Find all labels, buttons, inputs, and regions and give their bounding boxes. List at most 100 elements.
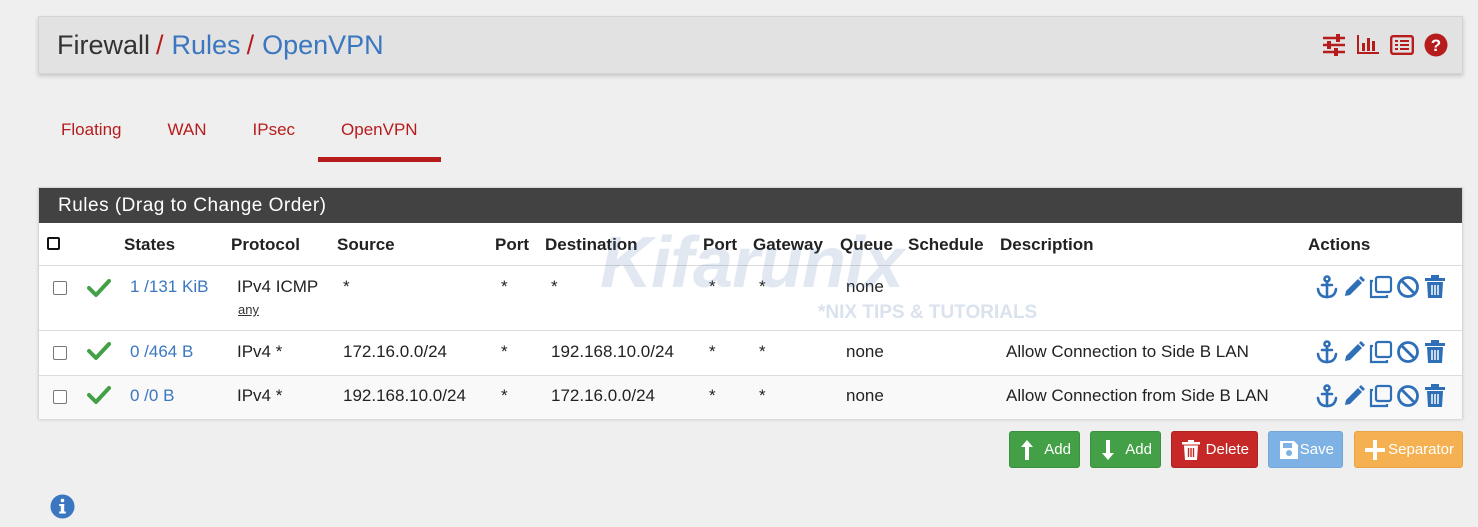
add-separator-button[interactable]: Separator: [1354, 431, 1463, 468]
edit-pencil-icon[interactable]: [1342, 275, 1366, 299]
table-row[interactable]: 0 /464 B IPv4 * 172.16.0.0/24 * 192.168.…: [39, 331, 1462, 375]
source-cell: 192.168.10.0/24: [343, 386, 466, 405]
check-icon: [87, 278, 111, 303]
copy-icon[interactable]: [1369, 340, 1393, 364]
destination-port-cell: *: [709, 342, 716, 361]
source-port-cell: *: [501, 342, 508, 361]
save-button[interactable]: Save: [1268, 431, 1343, 468]
source-cell: 172.16.0.0/24: [343, 342, 447, 361]
description-cell: Allow Connection to Side B LAN: [1006, 342, 1249, 361]
column-header-protocol: Protocol: [231, 235, 300, 254]
tab-openvpn[interactable]: OpenVPN: [318, 108, 441, 162]
table-row[interactable]: 1 /131 KiB IPv4 ICMP any * * * * * none: [39, 266, 1462, 330]
row-actions: [1315, 384, 1447, 408]
separator-label: Separator: [1388, 441, 1454, 458]
edit-pencil-icon[interactable]: [1342, 340, 1366, 364]
row-select-checkbox[interactable]: [53, 346, 67, 360]
table-row[interactable]: 0 /0 B IPv4 * 192.168.10.0/24 * 172.16.0…: [39, 376, 1462, 419]
check-icon: [87, 341, 111, 366]
queue-cell: none: [846, 386, 884, 405]
column-header-destination-port: Port: [703, 235, 737, 254]
select-all-checkbox[interactable]: [47, 237, 60, 250]
row-actions: [1315, 340, 1447, 364]
rules-table: States Protocol Source Port Destination …: [39, 223, 1462, 419]
breadcrumb: Firewall / Rules / OpenVPN: [57, 29, 384, 61]
copy-icon[interactable]: [1369, 275, 1393, 299]
column-header-destination: Destination: [545, 235, 638, 254]
column-header-schedule: Schedule: [908, 235, 984, 254]
trash-icon[interactable]: [1423, 275, 1447, 299]
protocol-icmp-type-link[interactable]: any: [238, 302, 259, 317]
sliders-icon[interactable]: [1322, 34, 1346, 56]
destination-cell: *: [551, 277, 558, 296]
column-header-source-port: Port: [495, 235, 529, 254]
plus-icon: [1365, 439, 1385, 460]
column-header-actions: Actions: [1308, 235, 1371, 254]
breadcrumb-separator: /: [246, 30, 255, 60]
add-rule-top-button[interactable]: Add: [1009, 431, 1080, 468]
add-bottom-label: Add: [1125, 441, 1152, 458]
tab-ipsec[interactable]: IPsec: [230, 108, 319, 162]
source-cell: *: [343, 277, 350, 296]
source-port-cell: *: [501, 277, 508, 296]
arrow-down-icon: [1101, 439, 1115, 461]
disable-icon[interactable]: [1396, 340, 1420, 364]
states-link[interactable]: 0 /464 B: [130, 342, 193, 362]
column-header-queue: Queue: [840, 235, 893, 254]
help-icon[interactable]: ?: [1424, 33, 1448, 57]
gateway-cell: *: [759, 386, 766, 405]
row-actions: [1315, 275, 1447, 299]
gateway-cell: *: [759, 277, 766, 296]
bar-chart-icon[interactable]: [1356, 35, 1380, 55]
gateway-cell: *: [759, 342, 766, 361]
add-rule-bottom-button[interactable]: Add: [1090, 431, 1161, 468]
tab-floating[interactable]: Floating: [38, 108, 144, 162]
trash-icon[interactable]: [1423, 384, 1447, 408]
column-header-description: Description: [1000, 235, 1094, 254]
anchor-icon[interactable]: [1315, 340, 1339, 364]
protocol-cell: IPv4 *: [237, 386, 283, 405]
delete-label: Delete: [1205, 441, 1249, 458]
disable-icon[interactable]: [1396, 384, 1420, 408]
svg-text:?: ?: [1431, 36, 1441, 55]
info-icon[interactable]: [50, 494, 75, 524]
breadcrumb-separator: /: [156, 30, 164, 60]
trash-icon[interactable]: [1423, 340, 1447, 364]
source-port-cell: *: [501, 386, 508, 405]
breadcrumb-rules-link[interactable]: Rules: [172, 30, 241, 60]
panel-title: Rules (Drag to Change Order): [39, 188, 1462, 223]
disable-icon[interactable]: [1396, 275, 1420, 299]
save-label: Save: [1299, 441, 1334, 458]
column-header-source: Source: [337, 235, 395, 254]
tab-wan[interactable]: WAN: [144, 108, 229, 162]
states-link[interactable]: 1 /131 KiB: [130, 277, 208, 297]
destination-cell: 172.16.0.0/24: [551, 386, 655, 405]
destination-cell: 192.168.10.0/24: [551, 342, 674, 361]
list-icon[interactable]: [1390, 35, 1414, 55]
arrow-up-icon: [1020, 439, 1034, 461]
breadcrumb-firewall: Firewall: [57, 30, 151, 60]
column-header-gateway: Gateway: [753, 235, 823, 254]
copy-icon[interactable]: [1369, 384, 1393, 408]
row-select-checkbox[interactable]: [53, 281, 67, 295]
states-link[interactable]: 0 /0 B: [130, 386, 174, 406]
check-icon: [87, 385, 111, 410]
breadcrumb-bar: Firewall / Rules / OpenVPN ?: [38, 16, 1463, 74]
rules-tabs: Floating WAN IPsec OpenVPN: [38, 108, 441, 162]
queue-cell: none: [846, 342, 884, 361]
protocol-cell: IPv4 *: [237, 342, 283, 361]
destination-port-cell: *: [709, 277, 716, 296]
breadcrumb-openvpn-link[interactable]: OpenVPN: [262, 30, 384, 60]
anchor-icon[interactable]: [1315, 275, 1339, 299]
delete-button[interactable]: Delete: [1171, 431, 1258, 468]
protocol-cell: IPv4 ICMP: [237, 277, 319, 296]
edit-pencil-icon[interactable]: [1342, 384, 1366, 408]
save-disk-icon: [1279, 440, 1299, 460]
row-select-checkbox[interactable]: [53, 390, 67, 404]
queue-cell: none: [846, 277, 884, 296]
destination-port-cell: *: [709, 386, 716, 405]
description-cell: Allow Connection from Side B LAN: [1006, 386, 1269, 405]
rules-panel: Rules (Drag to Change Order) States Prot…: [38, 187, 1463, 419]
header-icon-group: ?: [1322, 33, 1448, 57]
anchor-icon[interactable]: [1315, 384, 1339, 408]
